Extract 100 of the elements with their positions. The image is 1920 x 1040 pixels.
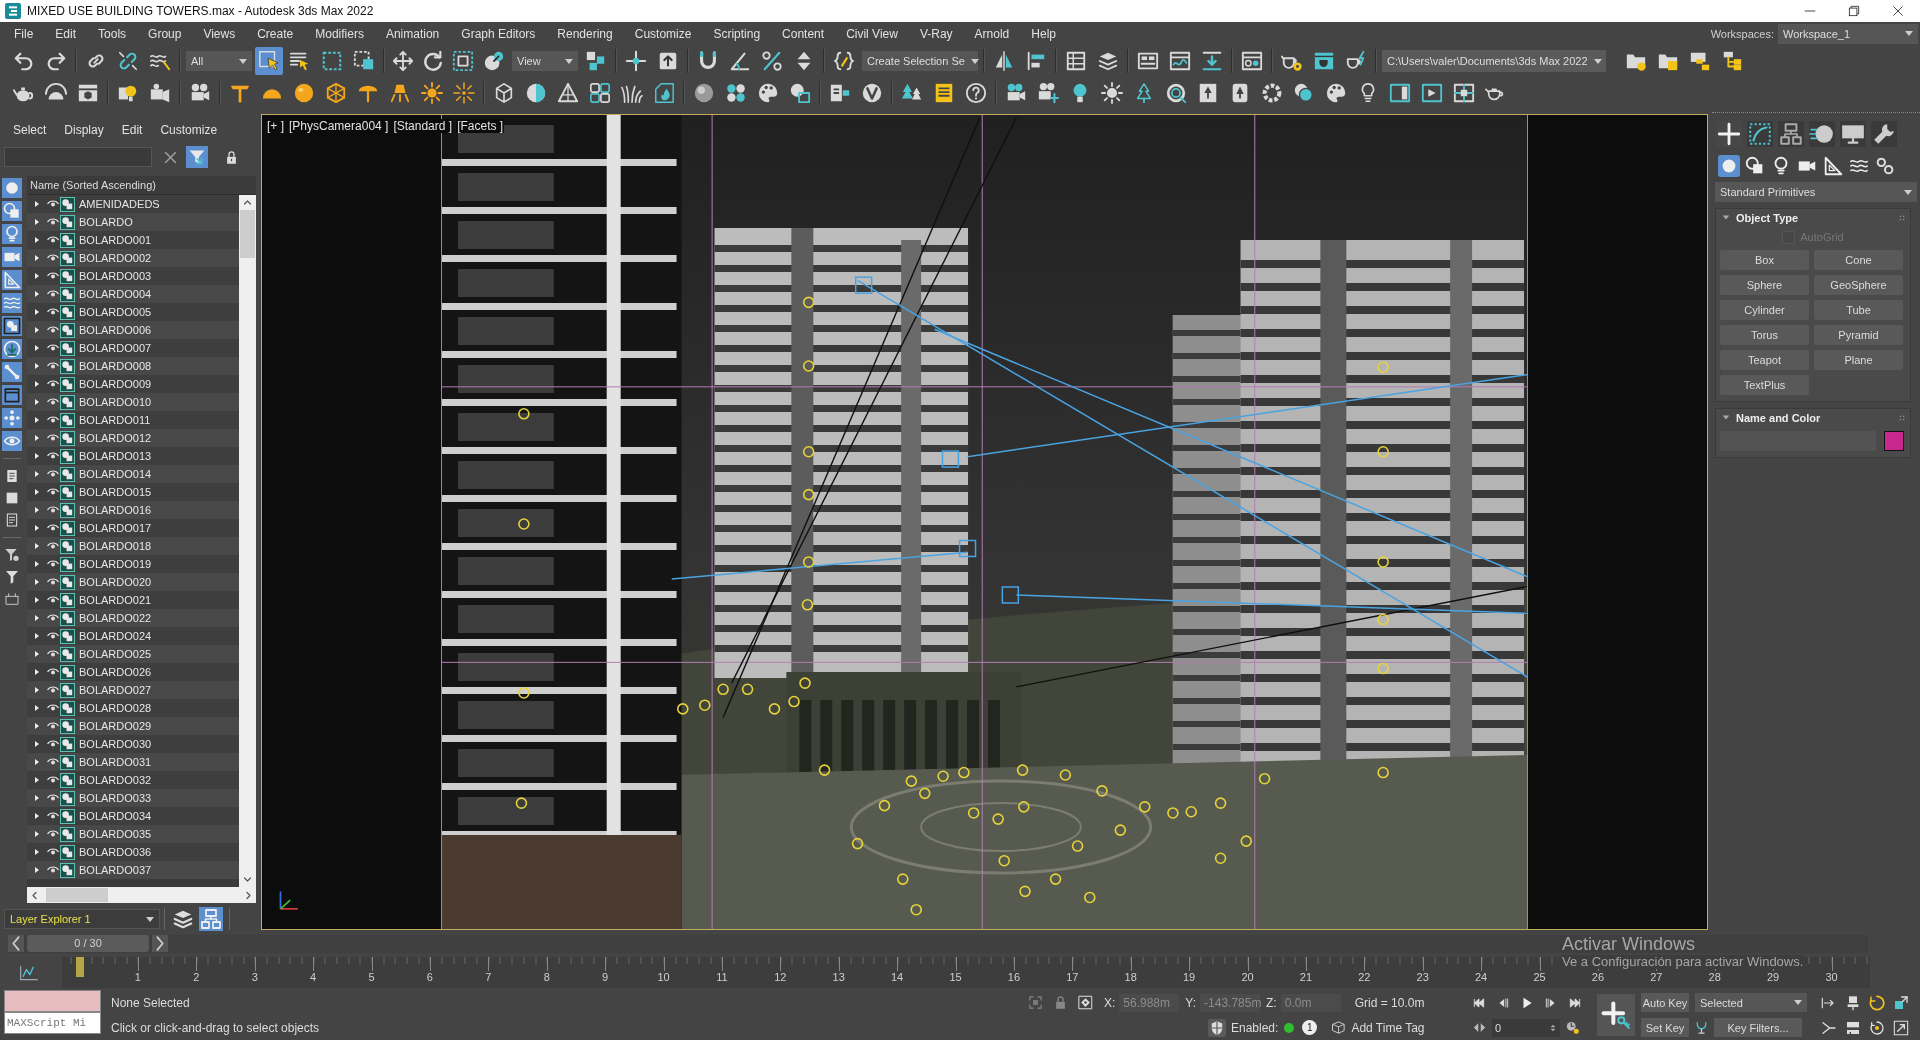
primitive-button[interactable]: Tube (1814, 300, 1903, 320)
list-row[interactable]: BOLARDO026 (27, 663, 239, 681)
menu-item[interactable]: Edit (112, 121, 152, 139)
eye-icon[interactable] (47, 704, 59, 712)
palette-icon[interactable] (757, 82, 779, 104)
broken-link-icon[interactable] (117, 50, 139, 72)
menu-item[interactable]: Help (1020, 24, 1067, 43)
caret-icon[interactable] (1722, 214, 1730, 222)
menu-item[interactable]: Group (137, 24, 193, 43)
hexagon-window-icon[interactable] (77, 82, 99, 104)
primitive-button[interactable]: Plane (1814, 350, 1903, 370)
eye-icon[interactable] (47, 560, 59, 568)
list-row[interactable]: BOLARDO027 (27, 681, 239, 699)
wire-cube-icon[interactable] (493, 82, 515, 104)
go-to-end-icon[interactable] (1568, 995, 1582, 1010)
list-row[interactable]: BOLARDO033 (27, 789, 239, 807)
expand-arrow-icon[interactable] (34, 668, 40, 676)
table-icon[interactable] (1065, 50, 1087, 72)
expand-square-icon[interactable] (1893, 994, 1909, 1011)
document-icon[interactable] (4, 512, 20, 528)
list-row[interactable]: BOLARDO017 (27, 519, 239, 537)
next-frame-icon[interactable] (152, 935, 168, 952)
undo-icon[interactable] (13, 50, 35, 72)
orbit-icon[interactable] (1869, 1019, 1885, 1036)
menu-item[interactable]: Arnold (963, 24, 1021, 43)
list-row[interactable]: BOLARDO005 (27, 303, 239, 321)
plus-icon[interactable] (1715, 121, 1743, 147)
side-panel-icon[interactable] (1389, 82, 1411, 104)
v-circle-icon[interactable] (861, 82, 883, 104)
scrollbar-thumb[interactable] (240, 210, 255, 258)
cube-icon[interactable] (1331, 1020, 1347, 1035)
maxscript-output-field[interactable] (4, 990, 101, 1012)
sphere-icon[interactable] (693, 82, 715, 104)
overlapping-circles-icon[interactable] (1293, 82, 1315, 104)
list-row[interactable]: BOLARDO037 (27, 861, 239, 879)
eye-icon[interactable] (47, 650, 59, 658)
viewport-label[interactable]: [Facets ] (456, 119, 505, 133)
scroll-right-icon[interactable] (244, 890, 253, 900)
expand-arrow-icon[interactable] (34, 794, 40, 802)
hierarchy-icon[interactable] (1777, 121, 1805, 147)
cross-panel-icon[interactable] (1453, 82, 1475, 104)
circular-arrow-icon[interactable] (1869, 994, 1885, 1011)
grip-icon[interactable] (1898, 414, 1906, 422)
list-row[interactable]: BOLARDO001 (27, 231, 239, 249)
viewport-label[interactable]: [PhysCamera004 ] (288, 119, 390, 133)
list-icon[interactable] (933, 82, 955, 104)
list-row[interactable]: BOLARDO009 (27, 375, 239, 393)
primitive-button[interactable]: Cylinder (1720, 300, 1809, 320)
expand-arrow-icon[interactable] (34, 326, 40, 334)
four-circles-icon[interactable] (725, 82, 747, 104)
list-row[interactable]: AMENIDADEDS (27, 195, 239, 213)
eye-icon[interactable] (47, 254, 59, 262)
expand-arrow-icon[interactable] (34, 776, 40, 784)
eye-icon[interactable] (47, 776, 59, 784)
goblet-icon[interactable] (1694, 1020, 1709, 1035)
lock-icon[interactable] (224, 149, 239, 165)
list-row[interactable]: BOLARDO014 (27, 465, 239, 483)
square-icon[interactable] (4, 490, 20, 506)
eye-icon[interactable] (47, 344, 59, 352)
expand-arrow-icon[interactable] (34, 830, 40, 838)
scrollbar-thumb[interactable] (46, 888, 108, 902)
eye-icon[interactable] (47, 812, 59, 820)
add-time-tag-link[interactable]: Add Time Tag (1351, 1020, 1425, 1035)
eye-icon[interactable] (47, 272, 59, 280)
primitive-button[interactable]: GeoSphere (1814, 275, 1903, 295)
rollout-title[interactable]: Name and Color (1736, 412, 1821, 424)
eye-icon[interactable] (47, 236, 59, 244)
menu-item[interactable]: Create (246, 24, 305, 43)
redo-icon[interactable] (45, 50, 67, 72)
status-dot-icon[interactable] (1284, 1022, 1295, 1033)
dots-icon[interactable] (2, 407, 22, 428)
stacked-bars-icon[interactable] (1845, 1019, 1861, 1036)
eye-icon[interactable] (47, 200, 59, 208)
eye-icon[interactable] (47, 290, 59, 298)
curve-square-icon[interactable] (1746, 121, 1774, 147)
shield-icon[interactable] (1208, 1018, 1226, 1037)
play-panel-icon[interactable] (1421, 82, 1443, 104)
current-frame-marker[interactable] (75, 957, 84, 977)
layer-explorer-dropdown[interactable]: Layer Explorer 1 (4, 909, 160, 929)
lantern-icon[interactable] (389, 82, 411, 104)
two-rings-icon[interactable] (1874, 155, 1896, 177)
list-row[interactable]: BOLARDO025 (27, 645, 239, 663)
list-row[interactable]: BOLARDO002 (27, 249, 239, 267)
expand-arrow-icon[interactable] (34, 272, 40, 280)
camera-icon[interactable] (2, 246, 22, 267)
menu-item[interactable]: Civil View (835, 24, 909, 43)
list-row[interactable]: BOLARDO004 (27, 285, 239, 303)
rollout-title[interactable]: Object Type (1736, 212, 1799, 224)
sphere-icon[interactable] (293, 82, 315, 104)
eye-icon[interactable] (47, 488, 59, 496)
named-selection-dropdown[interactable]: Create Selection Se (862, 51, 978, 71)
expand-arrow-icon[interactable] (34, 560, 40, 568)
waves-icon[interactable] (2, 292, 22, 313)
list-row[interactable]: BOLARDO035 (27, 825, 239, 843)
object-class-dropdown[interactable]: Standard Primitives (1715, 182, 1917, 202)
eye-icon[interactable] (47, 380, 59, 388)
list-row[interactable]: BOLARDO018 (27, 537, 239, 555)
circle-square-icon[interactable] (789, 82, 811, 104)
menu-item[interactable]: Views (192, 24, 247, 43)
eye-icon[interactable] (47, 326, 59, 334)
